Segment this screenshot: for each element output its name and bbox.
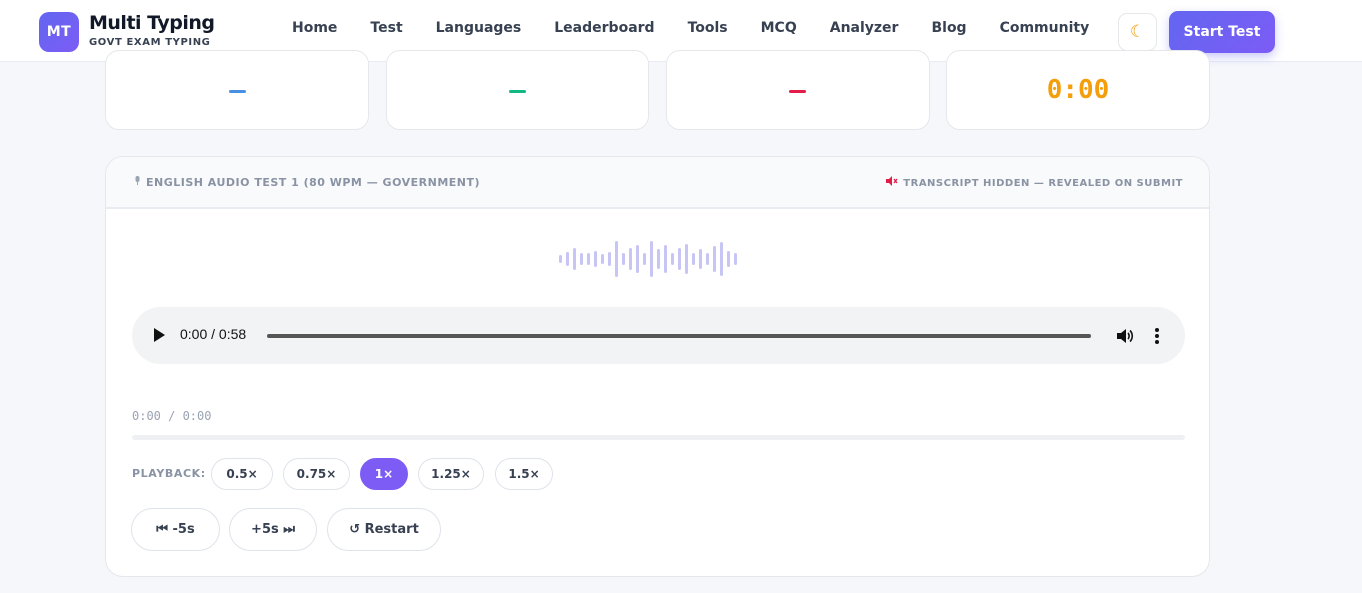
stat-card-timer: 0:00 (946, 50, 1210, 130)
waveform-bar (685, 244, 688, 274)
waveform-bar (636, 245, 639, 273)
stat-card-wpm (105, 50, 369, 130)
waveform-bar (580, 253, 583, 265)
audio-waveform (559, 241, 737, 277)
waveform-bar (671, 253, 674, 265)
waveform-bar (594, 251, 597, 267)
waveform-bar (706, 253, 709, 265)
nav-analyzer[interactable]: Analyzer (830, 20, 899, 36)
waveform-bar (559, 255, 562, 263)
waveform-bar (727, 251, 730, 267)
muted-speaker-icon (886, 176, 898, 189)
waveform-bar (622, 253, 625, 265)
brand-name[interactable]: Multi Typing (89, 12, 215, 34)
waveform-bar (692, 253, 695, 265)
play-icon[interactable] (154, 328, 165, 342)
waveform-bar (720, 242, 723, 276)
panel-header: ENGLISH AUDIO TEST 1 (80 WPM — GOVERNMEN… (106, 157, 1209, 209)
more-options-icon[interactable] (1154, 326, 1160, 346)
audio-player[interactable]: 0:00 / 0:58 (132, 307, 1185, 364)
playback-label: PLAYBACK: (132, 467, 206, 480)
nav-blog[interactable]: Blog (931, 20, 966, 36)
restart-button[interactable]: ↺ Restart (327, 508, 441, 551)
waveform-bar (601, 254, 604, 264)
waveform-bar (615, 241, 618, 277)
waveform-bar (650, 241, 653, 277)
audio-progress-bar (132, 435, 1185, 440)
nav-community[interactable]: Community (1000, 20, 1090, 36)
panel-title: ENGLISH AUDIO TEST 1 (80 WPM — GOVERNMEN… (134, 176, 480, 189)
nav-leaderboard[interactable]: Leaderboard (554, 20, 654, 36)
mic-icon (134, 176, 141, 189)
waveform-bar (566, 252, 569, 266)
forward-5s-button[interactable]: +5s ⏭ (229, 508, 317, 551)
speed-0-5x-button[interactable]: 0.5× (211, 458, 273, 490)
waveform-bar (734, 253, 737, 265)
speed-1x-button[interactable]: 1× (360, 458, 408, 490)
audio-test-panel: ENGLISH AUDIO TEST 1 (80 WPM — GOVERNMEN… (105, 156, 1210, 577)
stat-dash (229, 90, 246, 93)
stat-card-errors (666, 50, 930, 130)
audio-seek-bar[interactable] (267, 334, 1091, 338)
speed-1-5x-button[interactable]: 1.5× (495, 458, 553, 490)
waveform-bar (664, 245, 667, 273)
timer-value: 0:00 (1046, 75, 1110, 105)
stat-dash (789, 90, 806, 93)
theme-toggle-button[interactable]: ☾ (1118, 13, 1157, 51)
stat-card-accuracy (386, 50, 649, 130)
moon-icon: ☾ (1129, 22, 1146, 42)
waveform-bar (678, 248, 681, 270)
speed-1-25x-button[interactable]: 1.25× (418, 458, 484, 490)
nav-home[interactable]: Home (292, 20, 337, 36)
speed-0-75x-button[interactable]: 0.75× (283, 458, 350, 490)
waveform-bar (713, 246, 716, 272)
waveform-bar (629, 248, 632, 270)
elapsed-time: 0:00 / 0:00 (132, 409, 212, 423)
transcript-notice: TRANSCRIPT HIDDEN — REVEALED ON SUBMIT (886, 176, 1183, 189)
waveform-bar (573, 248, 576, 270)
main-nav: Home Test Languages Leaderboard Tools MC… (292, 20, 1122, 36)
nav-tools[interactable]: Tools (688, 20, 728, 36)
waveform-bar (657, 249, 660, 269)
rewind-5s-button[interactable]: ⏮ -5s (131, 508, 220, 551)
volume-icon[interactable] (1115, 326, 1135, 346)
waveform-bar (699, 249, 702, 269)
start-test-button[interactable]: Start Test (1169, 11, 1275, 53)
logo-badge[interactable]: MT (39, 12, 79, 52)
nav-mcq[interactable]: MCQ (761, 20, 797, 36)
waveform-bar (643, 253, 646, 265)
nav-test[interactable]: Test (370, 20, 402, 36)
waveform-bar (587, 253, 590, 265)
brand-subtitle: GOVT EXAM TYPING (89, 37, 211, 48)
nav-languages[interactable]: Languages (436, 20, 522, 36)
stat-dash (509, 90, 526, 93)
waveform-bar (608, 252, 611, 266)
player-time: 0:00 / 0:58 (180, 326, 247, 342)
